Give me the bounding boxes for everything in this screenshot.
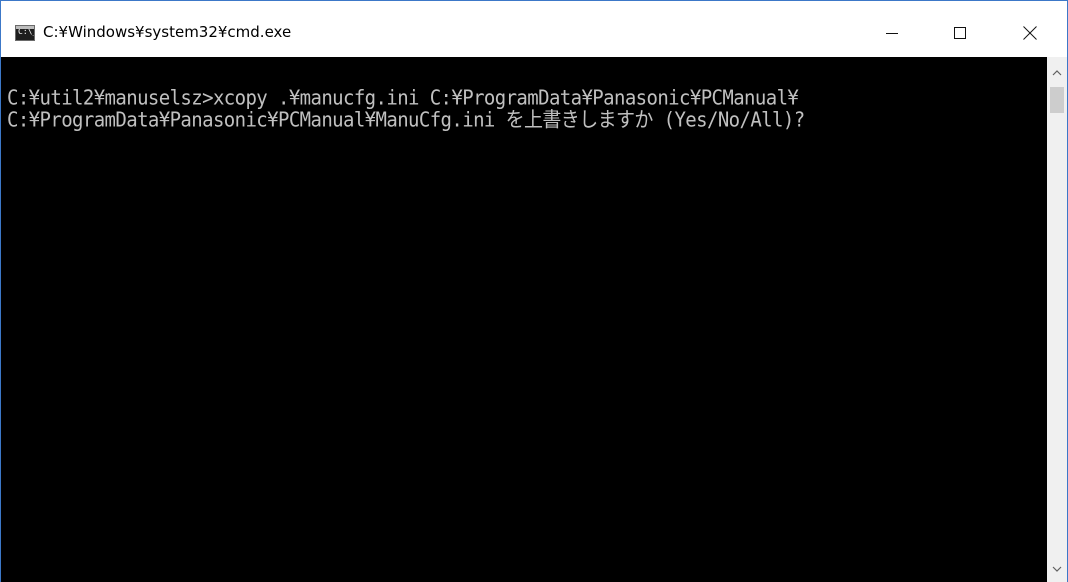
minimize-button[interactable] xyxy=(869,11,915,55)
vertical-scrollbar[interactable] xyxy=(1047,57,1067,582)
maximize-icon xyxy=(954,27,966,39)
close-icon xyxy=(1023,26,1037,40)
close-button[interactable] xyxy=(1007,11,1053,55)
window-title: C:¥Windows¥system32¥cmd.exe xyxy=(43,23,292,41)
scroll-down-button[interactable] xyxy=(1047,559,1067,579)
cmd-icon[interactable]: C:\_ xyxy=(15,25,35,41)
scroll-up-icon xyxy=(1052,70,1062,76)
scroll-thumb[interactable] xyxy=(1050,87,1064,113)
maximize-button[interactable] xyxy=(937,11,983,55)
console-output[interactable]: C:¥util2¥manuselsz>xcopy .¥manucfg.ini C… xyxy=(1,57,1047,582)
cmd-icon-label: C:\_ xyxy=(18,27,34,36)
cmd-window: C:\_ C:¥Windows¥system32¥cmd.exe C:¥util… xyxy=(0,0,1068,582)
minimize-icon xyxy=(886,33,898,34)
console-line-command: C:¥util2¥manuselsz>xcopy .¥manucfg.ini C… xyxy=(7,85,799,110)
title-bar[interactable]: C:\_ C:¥Windows¥system32¥cmd.exe xyxy=(1,1,1067,57)
scroll-up-button[interactable] xyxy=(1047,63,1067,83)
scroll-down-icon xyxy=(1052,566,1062,572)
console-line-prompt: C:¥ProgramData¥Panasonic¥PCManual¥ManuCf… xyxy=(7,107,805,132)
